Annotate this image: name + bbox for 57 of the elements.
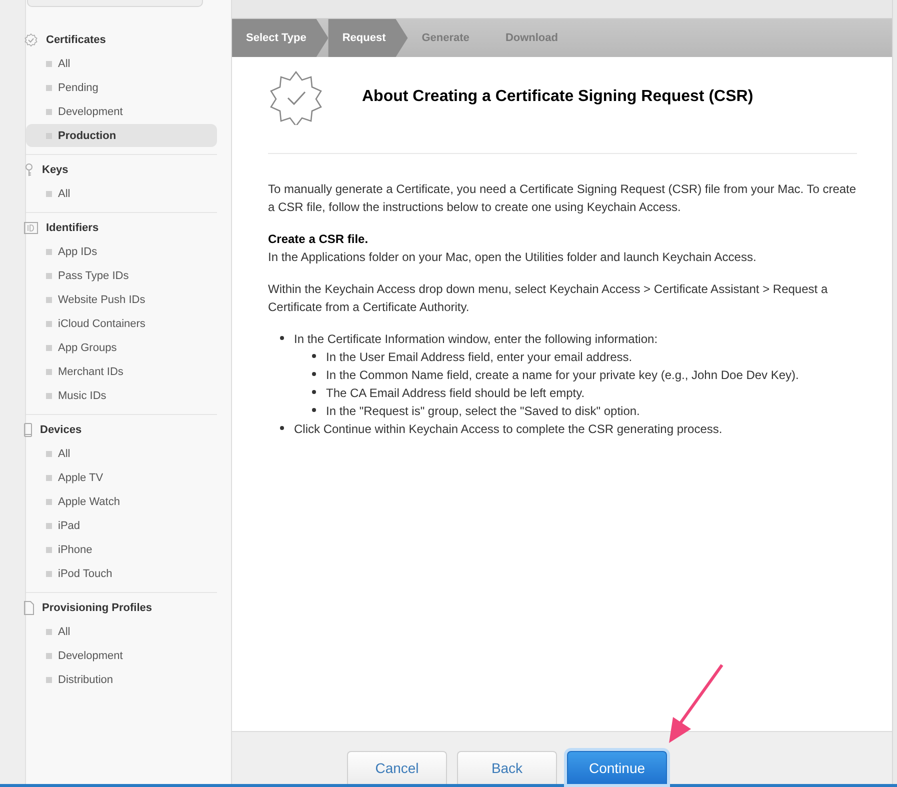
continue-button[interactable]: Continue bbox=[567, 751, 667, 784]
sidebar-item[interactable]: Music IDs bbox=[26, 384, 217, 407]
subheading: Create a CSR file. bbox=[268, 231, 370, 248]
bullet-dot bbox=[280, 336, 284, 340]
section-heading: Identifiers bbox=[46, 222, 99, 234]
section-heading: Keys bbox=[42, 164, 68, 176]
step-label: Download bbox=[504, 31, 559, 46]
sidebar-item[interactable]: iPhone bbox=[26, 538, 217, 561]
step-label: Generate bbox=[420, 31, 470, 46]
sidebar-item[interactable]: Distribution bbox=[26, 668, 217, 691]
sidebar-item[interactable]: All bbox=[26, 442, 217, 465]
instruction-text: Within the Keychain Access drop down menu, select Keychain Access > Certificate Assistant > Request a Certificate from a Certificate Authority. bbox=[268, 281, 829, 316]
key-icon bbox=[24, 163, 34, 177]
sidebar-item[interactable]: Apple TV bbox=[26, 466, 217, 489]
sidebar-item[interactable]: Merchant IDs bbox=[26, 360, 217, 383]
sidebar-item[interactable]: All bbox=[26, 182, 217, 205]
section-heading: Provisioning Profiles bbox=[42, 602, 152, 614]
instruction-text: In the Applications folder on your Mac, open the Utilities folder and launch Keychain Access. bbox=[268, 249, 758, 266]
sidebar-item[interactable]: Production bbox=[26, 124, 217, 147]
sidebar-item[interactable]: All bbox=[26, 52, 217, 75]
sidebar-item[interactable]: All bbox=[26, 620, 217, 643]
sidebar-item[interactable]: Apple Watch bbox=[26, 490, 217, 513]
document-icon bbox=[24, 601, 34, 615]
sidebar-item[interactable]: iCloud Containers bbox=[26, 312, 217, 335]
bullet-text: In the User Email Address field, enter your email address. bbox=[326, 349, 632, 366]
sidebar-item[interactable]: App IDs bbox=[26, 240, 217, 263]
bullet-dot bbox=[280, 426, 284, 430]
id-card-icon bbox=[24, 222, 38, 234]
bullet-text: In the Common Name field, create a name for your private key (e.g., John Doe Dev Key). bbox=[326, 367, 799, 384]
secondary-button[interactable]: Back bbox=[457, 751, 557, 784]
sidebar-item[interactable]: iPod Touch bbox=[26, 562, 217, 585]
phone-icon bbox=[24, 423, 32, 437]
section-heading: Certificates bbox=[46, 34, 106, 46]
bullet-text: In the Certificate Information window, enter the following information: bbox=[294, 331, 658, 348]
bullet-dot bbox=[312, 408, 316, 412]
sidebar-item[interactable]: Development bbox=[26, 644, 217, 667]
sidebar-item[interactable]: iPad bbox=[26, 514, 217, 537]
page-title: About Creating a Certificate Signing Request (CSR) bbox=[362, 88, 754, 106]
sidebar-item[interactable]: Website Push IDs bbox=[26, 288, 217, 311]
sidebar-item[interactable]: Pending bbox=[26, 76, 217, 99]
badge-icon bbox=[24, 33, 38, 47]
section-heading: Devices bbox=[40, 424, 82, 436]
bullet-text: In the "Request is" group, select the "Saved to disk" option. bbox=[326, 403, 640, 420]
sidebar-item[interactable]: App Groups bbox=[26, 336, 217, 359]
intro-text: To manually generate a Certificate, you need a Certificate Signing Request (CSR) file from your Mac. To create a CSR file, follow the instructions below to create one using Keychain Access. bbox=[268, 181, 857, 216]
bullet-dot bbox=[312, 390, 316, 394]
sidebar-item[interactable]: Development bbox=[26, 100, 217, 123]
bullet-text: Click Continue within Keychain Access to complete the CSR generating process. bbox=[294, 421, 722, 438]
secondary-button[interactable]: Cancel bbox=[347, 751, 447, 784]
bullet-dot bbox=[312, 372, 316, 376]
sidebar-item[interactable]: Pass Type IDs bbox=[26, 264, 217, 287]
step-label: Select Type bbox=[232, 19, 328, 57]
certificate-badge-icon bbox=[268, 69, 324, 125]
bullet-text: The CA Email Address field should be left empty. bbox=[326, 385, 585, 402]
step-label: Request bbox=[328, 19, 408, 57]
search-field[interactable] bbox=[27, 0, 203, 7]
bullet-dot bbox=[312, 354, 316, 358]
